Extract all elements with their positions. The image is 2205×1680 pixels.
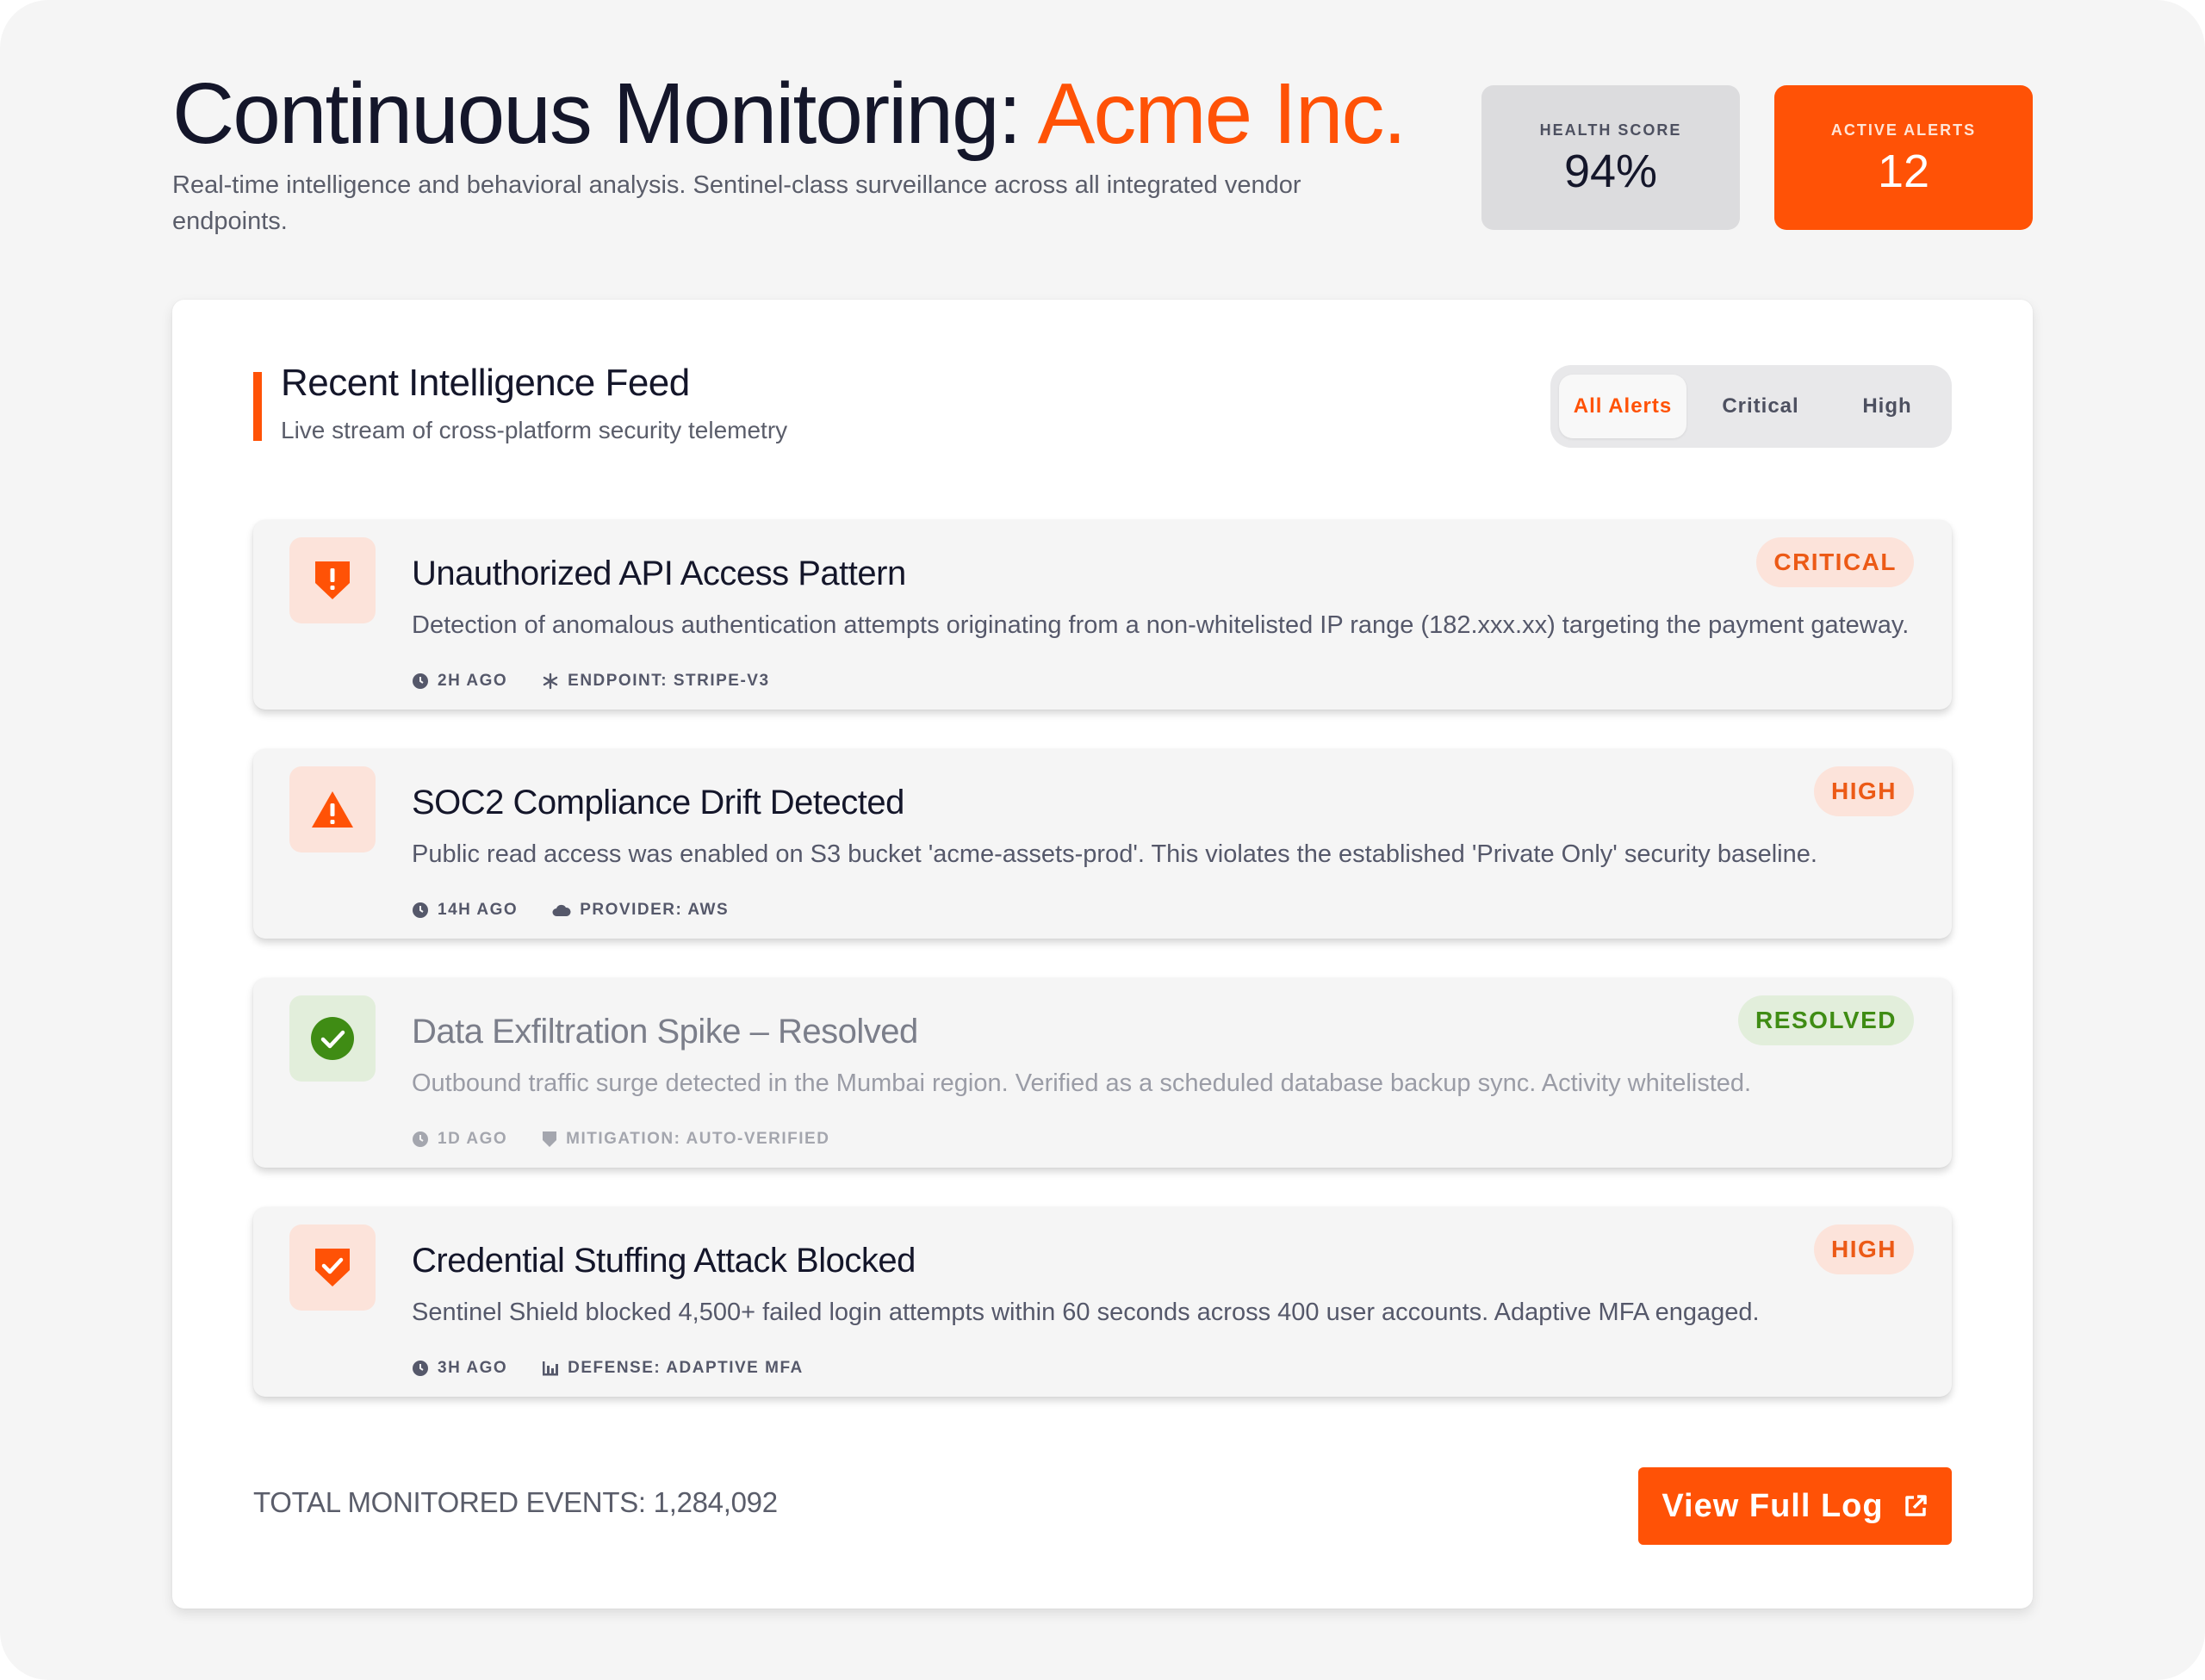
alert-title: Data Exfiltration Spike – Resolved: [412, 1013, 918, 1051]
severity-badge: HIGH: [1814, 766, 1914, 816]
alert-title: SOC2 Compliance Drift Detected: [412, 784, 904, 821]
filter-critical[interactable]: Critical: [1699, 375, 1823, 438]
view-full-log-button[interactable]: View Full Log: [1638, 1467, 1952, 1545]
active-alerts-value: 12: [1877, 146, 1930, 197]
clock-icon: [413, 1361, 428, 1376]
health-score-label: HEALTH SCORE: [1539, 121, 1682, 139]
alert-title: Credential Stuffing Attack Blocked: [412, 1242, 916, 1280]
alert-description: Sentinel Shield blocked 4,500+ failed lo…: [412, 1299, 1760, 1326]
alert-title: Unauthorized API Access Pattern: [412, 555, 906, 592]
active-alerts-label: ACTIVE ALERTS: [1830, 121, 1977, 139]
filter-all-alerts[interactable]: All Alerts: [1559, 375, 1686, 438]
active-alerts-card[interactable]: ACTIVE ALERTS 12: [1774, 85, 2033, 230]
clock-icon: [413, 673, 428, 689]
alert-source: DEFENSE: ADAPTIVE MFA: [542, 1359, 804, 1378]
alert-meta: 3H AGO DEFENSE: ADAPTIVE MFA: [412, 1359, 838, 1378]
external-link-icon: [1904, 1495, 1927, 1516]
alert-item[interactable]: Unauthorized API Access Pattern CRITICAL…: [253, 520, 1952, 710]
clock-icon: [413, 1131, 428, 1147]
company-name: Acme Inc.: [1037, 65, 1407, 162]
alert-source: PROVIDER: AWS: [552, 901, 729, 920]
status-badge: RESOLVED: [1738, 995, 1914, 1045]
alert-filter-group: All Alerts Critical High: [1550, 365, 1952, 448]
warning-triangle-icon: [312, 791, 353, 828]
alert-source-text: ENDPOINT: STRIPE-V3: [568, 672, 770, 690]
alert-icon-box: [289, 766, 376, 852]
bar-chart-icon: [543, 1361, 559, 1376]
alert-meta: 1D AGO MITIGATION: AUTO-VERIFIED: [412, 1130, 864, 1149]
check-circle-icon: [311, 1017, 354, 1060]
intelligence-feed-card: Recent Intelligence Feed Live stream of …: [172, 300, 2033, 1609]
severity-badge: CRITICAL: [1756, 537, 1914, 587]
alert-meta: 2H AGO ENDPOINT: STRIPE-V3: [412, 672, 804, 691]
alert-time: 3H AGO: [412, 1359, 507, 1378]
cloud-icon: [552, 904, 571, 916]
alert-icon-box: [289, 995, 376, 1082]
alert-item[interactable]: Data Exfiltration Spike – Resolved RESOL…: [253, 978, 1952, 1168]
clock-icon: [413, 902, 428, 918]
alert-item[interactable]: SOC2 Compliance Drift Detected HIGH Publ…: [253, 749, 1952, 939]
title-prefix: Continuous Monitoring:: [172, 65, 1038, 162]
alert-time-text: 3H AGO: [438, 1359, 508, 1377]
total-monitored-events: TOTAL MONITORED EVENTS: 1,284,092: [253, 1486, 778, 1518]
alert-source: ENDPOINT: STRIPE-V3: [542, 672, 769, 691]
asterisk-icon: [543, 673, 558, 690]
alert-time-text: 14H AGO: [438, 901, 519, 919]
page-background: Continuous Monitoring: Acme Inc. Real-ti…: [0, 0, 2205, 1680]
alert-source-text: MITIGATION: AUTO-VERIFIED: [566, 1130, 830, 1148]
feed-subtitle: Live stream of cross-platform security t…: [281, 417, 788, 443]
alert-time-text: 1D AGO: [438, 1130, 508, 1148]
alert-source: MITIGATION: AUTO-VERIFIED: [542, 1130, 829, 1149]
shield-icon: [543, 1131, 557, 1147]
feed-accent-bar: [253, 372, 262, 441]
filter-high[interactable]: High: [1833, 375, 1941, 438]
alert-item[interactable]: Credential Stuffing Attack Blocked HIGH …: [253, 1207, 1952, 1397]
severity-badge: HIGH: [1814, 1224, 1914, 1274]
shield-check-icon: [315, 1249, 350, 1286]
alert-source-text: PROVIDER: AWS: [580, 901, 730, 919]
health-score-card: HEALTH SCORE 94%: [1481, 85, 1740, 230]
alert-time: 1D AGO: [412, 1130, 507, 1149]
alert-meta: 14H AGO PROVIDER: AWS: [412, 901, 763, 920]
alert-source-text: DEFENSE: ADAPTIVE MFA: [568, 1359, 804, 1377]
view-full-log-label: View Full Log: [1662, 1487, 1884, 1524]
alert-icon-box: [289, 537, 376, 623]
alert-description: Public read access was enabled on S3 buc…: [412, 840, 1817, 868]
page-title: Continuous Monitoring: Acme Inc.: [172, 62, 1407, 165]
alert-time: 2H AGO: [412, 672, 507, 691]
alert-time-text: 2H AGO: [438, 672, 508, 690]
page-subtitle: Real-time intelligence and behavioral an…: [172, 171, 1301, 235]
health-score-value: 94%: [1563, 146, 1658, 197]
alert-description: Outbound traffic surge detected in the M…: [412, 1069, 1752, 1097]
alert-icon-box: [289, 1224, 376, 1311]
shield-exclamation-icon: [315, 561, 350, 599]
feed-title: Recent Intelligence Feed: [281, 362, 690, 404]
alert-time: 14H AGO: [412, 901, 518, 920]
alert-description: Detection of anomalous authentication at…: [412, 611, 1910, 639]
